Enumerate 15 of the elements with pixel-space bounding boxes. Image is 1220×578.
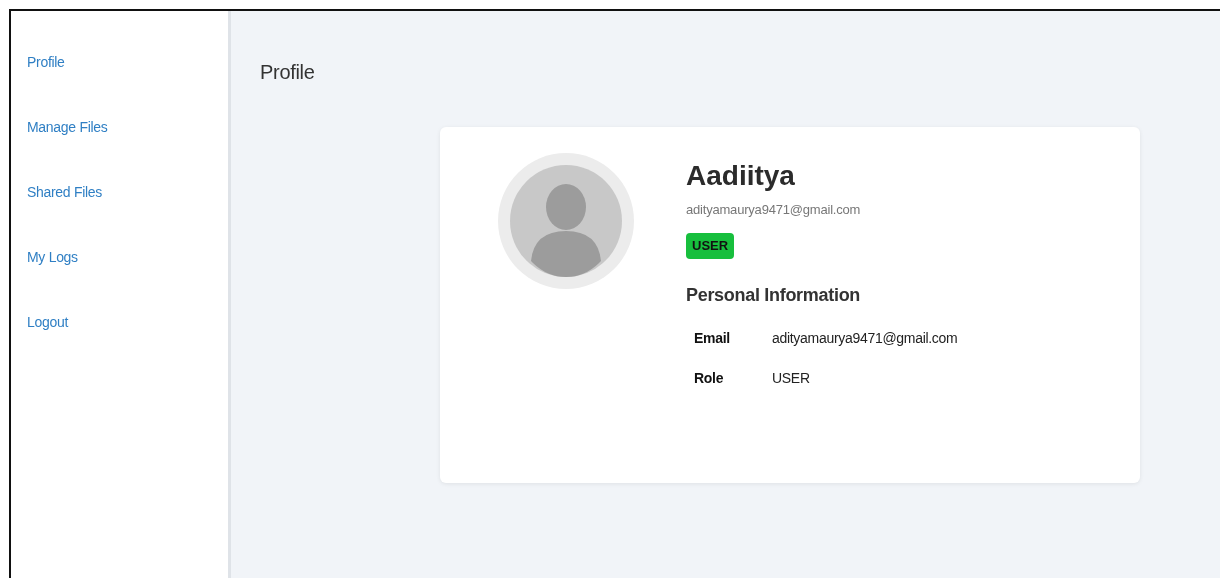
- avatar-icon: [498, 153, 634, 289]
- section-title: Personal Information: [686, 284, 862, 307]
- sidebar-link[interactable]: Manage Files: [27, 114, 108, 140]
- sidebar-link[interactable]: Logout: [27, 309, 69, 335]
- detail-label: Role: [693, 369, 725, 387]
- detail-value: adityamaurya9471@gmail.com: [772, 329, 958, 347]
- sidebar-link[interactable]: My Logs: [27, 244, 78, 270]
- user-name: Aadiitya: [686, 159, 796, 193]
- detail-label: Email: [693, 329, 731, 347]
- role-badge: USER: [686, 233, 735, 259]
- sidebar-link[interactable]: Profile: [27, 49, 65, 75]
- page-title: Profile: [260, 60, 316, 85]
- user-email: adityamaurya9471@gmail.com: [686, 201, 862, 219]
- sidebar-link[interactable]: Shared Files: [27, 179, 102, 205]
- detail-value: USER: [772, 369, 810, 387]
